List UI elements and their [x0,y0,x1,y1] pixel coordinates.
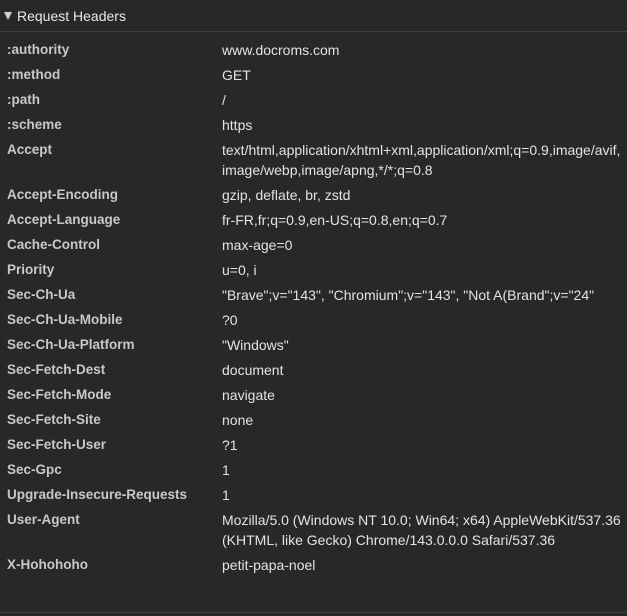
header-value[interactable]: https [222,113,627,138]
header-row[interactable]: Upgrade-Insecure-Requests 1 [0,483,627,508]
header-row[interactable]: Accept-Encoding gzip, deflate, br, zstd [0,183,627,208]
header-row[interactable]: Sec-Fetch-Site none [0,408,627,433]
header-name: :scheme [7,117,62,132]
header-name: :authority [7,42,70,57]
header-value[interactable]: "Windows" [222,333,627,358]
header-name: Sec-Fetch-User [7,437,107,452]
header-name: :method [7,67,61,82]
header-name: Upgrade-Insecure-Requests [7,487,188,502]
header-value[interactable]: GET [222,63,627,88]
header-value[interactable]: "Brave";v="143", "Chromium";v="143", "No… [222,283,627,308]
header-name: Sec-Ch-Ua [7,287,76,302]
header-row[interactable]: :method GET [0,63,627,88]
expand-triangle-icon[interactable] [4,12,12,20]
header-value[interactable]: gzip, deflate, br, zstd [222,183,627,208]
header-value[interactable]: Mozilla/5.0 (Windows NT 10.0; Win64; x64… [222,508,627,553]
header-value[interactable]: / [222,88,627,113]
header-name: Sec-Ch-Ua-Platform [7,337,135,352]
header-value[interactable]: navigate [222,383,627,408]
header-row[interactable]: Priority u=0, i [0,258,627,283]
header-row[interactable]: Accept-Language fr-FR,fr;q=0.9,en-US;q=0.… [0,208,627,233]
header-row[interactable]: Sec-Fetch-Dest document [0,358,627,383]
header-value[interactable]: fr-FR,fr;q=0.9,en-US;q=0.8,en;q=0.7 [222,208,627,233]
header-row[interactable]: Sec-Fetch-Mode navigate [0,383,627,408]
header-name: Accept-Encoding [7,187,119,202]
header-row[interactable]: Sec-Fetch-User ?1 [0,433,627,458]
header-row[interactable]: :path / [0,88,627,113]
header-value[interactable]: ?1 [222,433,627,458]
header-value[interactable]: document [222,358,627,383]
header-name: Sec-Fetch-Site [7,412,101,427]
header-name: Sec-Gpc [7,462,62,477]
header-row[interactable]: Sec-Ch-Ua-Mobile ?0 [0,308,627,333]
header-value[interactable]: 1 [222,458,627,483]
header-name: X-Hohohoho [7,557,88,572]
header-value[interactable]: www.docroms.com [222,38,627,63]
header-value[interactable]: 1 [222,483,627,508]
divider [0,612,627,613]
header-name: Sec-Ch-Ua-Mobile [7,312,123,327]
header-name: Cache-Control [7,237,101,252]
header-row[interactable]: Sec-Ch-Ua "Brave";v="143", "Chromium";v="… [0,283,627,308]
header-name: Sec-Fetch-Mode [7,387,112,402]
header-name: Accept [7,142,53,157]
header-name: User-Agent [7,512,80,527]
header-row[interactable]: :scheme https [0,113,627,138]
headers-list: :authority www.docroms.com:method GET:path… [0,38,627,578]
header-row[interactable]: Cache-Control max-age=0 [0,233,627,258]
header-row[interactable]: Sec-Gpc 1 [0,458,627,483]
header-value[interactable]: petit-papa-noel [222,553,627,578]
header-name: Sec-Fetch-Dest [7,362,106,377]
request-headers-section-toggle[interactable]: Request Headers [0,0,627,32]
header-value[interactable]: ?0 [222,308,627,333]
header-name: Accept-Language [7,212,121,227]
header-value[interactable]: max-age=0 [222,233,627,258]
header-name: :path [7,92,40,107]
header-row[interactable]: X-Hohohoho petit-papa-noel [0,553,627,578]
header-value[interactable]: text/html,application/xhtml+xml,applicat… [222,138,627,183]
header-name: Priority [7,262,55,277]
header-row[interactable]: :authority www.docroms.com [0,38,627,63]
header-row[interactable]: Accept text/html,application/xhtml+xml,ap… [0,138,627,183]
header-value[interactable]: u=0, i [222,258,627,283]
header-row[interactable]: Sec-Ch-Ua-Platform "Windows" [0,333,627,358]
section-title: Request Headers [17,7,126,24]
header-value[interactable]: none [222,408,627,433]
header-row[interactable]: User-Agent Mozilla/5.0 (Windows NT 10.0; … [0,508,627,553]
